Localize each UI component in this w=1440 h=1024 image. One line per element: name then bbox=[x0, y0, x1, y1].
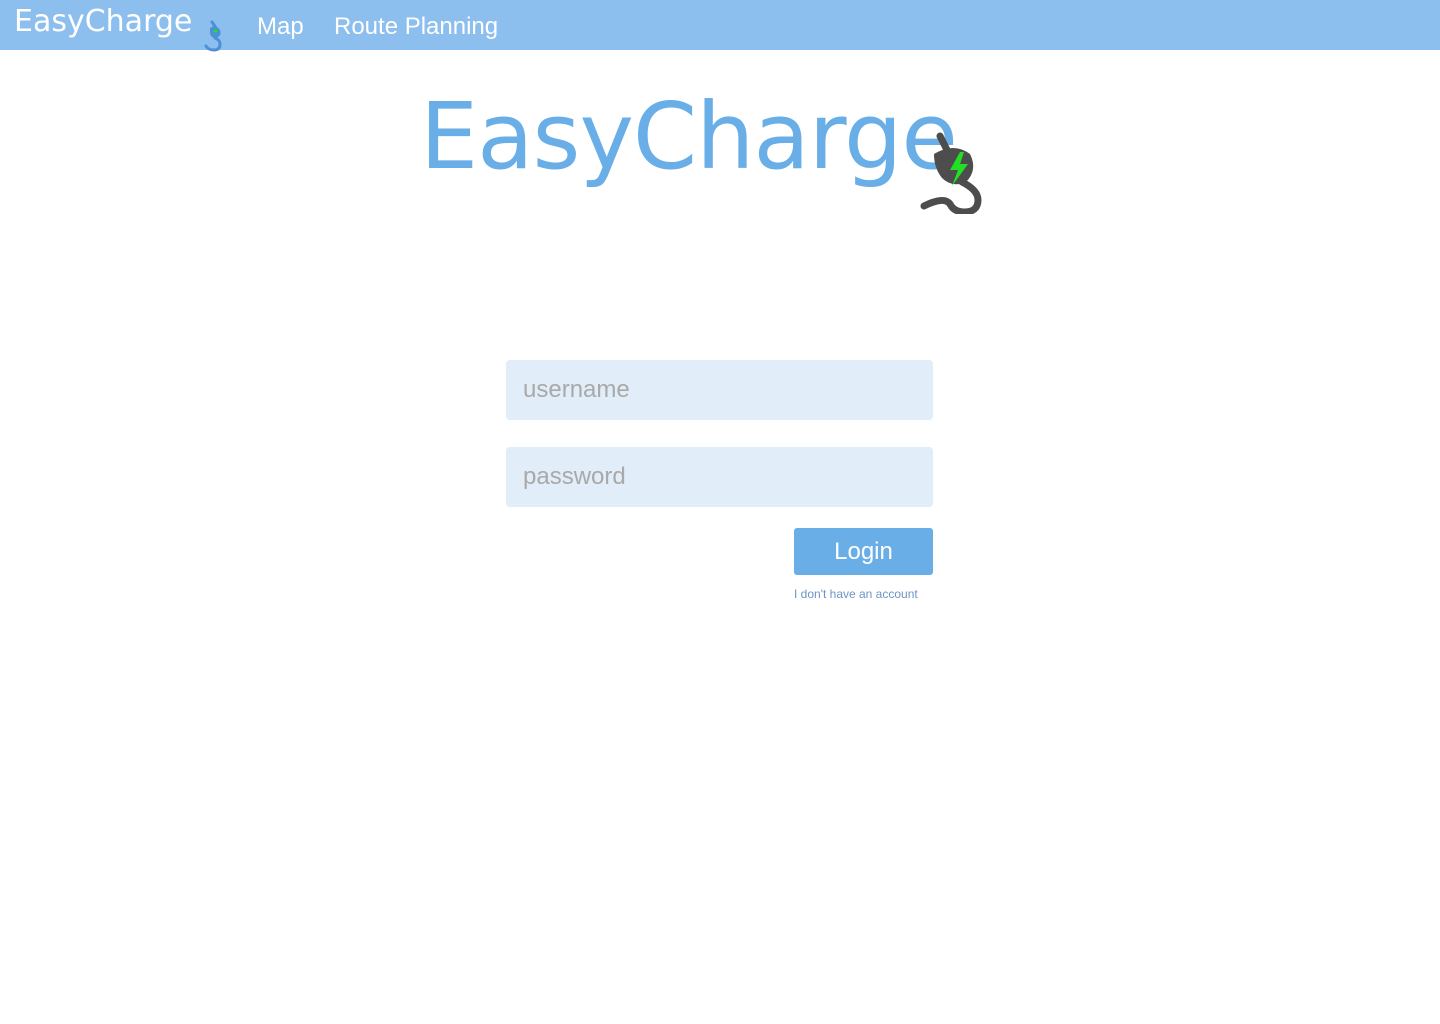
login-button[interactable]: Login bbox=[794, 528, 933, 575]
top-navigation-bar: EasyCharge Map Route Planning bbox=[0, 0, 1440, 52]
hero-logo-text: EasyCharge bbox=[420, 83, 958, 190]
nav-route-planning-link[interactable]: Route Planning bbox=[334, 12, 498, 42]
username-input[interactable] bbox=[506, 360, 933, 420]
plug-icon bbox=[204, 20, 222, 52]
plug-icon bbox=[920, 132, 982, 214]
topbar-logo-text: EasyCharge bbox=[14, 4, 193, 39]
hero-logo: EasyCharge bbox=[420, 82, 1000, 222]
topbar-logo[interactable]: EasyCharge bbox=[14, 2, 224, 52]
password-input[interactable] bbox=[506, 447, 933, 507]
no-account-link[interactable]: I don't have an account bbox=[794, 587, 918, 601]
nav-map-link[interactable]: Map bbox=[257, 12, 304, 42]
